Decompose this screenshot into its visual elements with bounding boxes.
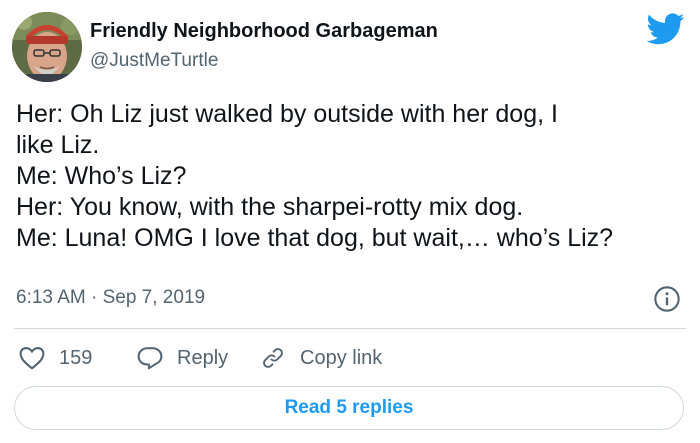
reply-button[interactable]: Reply bbox=[137, 342, 228, 374]
reply-icon bbox=[137, 347, 163, 370]
info-icon[interactable] bbox=[653, 285, 681, 313]
author-handle[interactable]: @JustMeTurtle bbox=[90, 50, 218, 72]
avatar-image bbox=[12, 12, 82, 82]
tweet-body-line: Me: Luna! OMG I love that dog, but wait,… bbox=[16, 224, 614, 252]
heart-icon bbox=[19, 347, 45, 370]
tweet-body-line: Her: You know, with the sharpei-rotty mi… bbox=[16, 193, 524, 221]
read-replies-label: Read 5 replies bbox=[284, 397, 414, 418]
copy-link-button[interactable]: Copy link bbox=[260, 342, 382, 374]
tweet-body-line: Her: Oh Liz just walked by outside with … bbox=[16, 100, 558, 128]
twitter-bird-icon[interactable] bbox=[647, 13, 685, 45]
tweet-timestamp[interactable]: 6:13 AM · Sep 7, 2019 bbox=[16, 287, 205, 309]
avatar[interactable] bbox=[12, 12, 82, 82]
tweet-actions: 159 Reply Copy link bbox=[16, 342, 686, 374]
divider bbox=[14, 328, 686, 329]
tweet-body-line: Me: Who’s Liz? bbox=[16, 162, 187, 190]
link-icon bbox=[263, 348, 283, 368]
like-button[interactable]: 159 bbox=[19, 342, 92, 374]
tweet-body: Her: Oh Liz just walked by outside with … bbox=[16, 99, 686, 254]
read-replies-button[interactable]: Read 5 replies bbox=[14, 386, 684, 430]
reply-label: Reply bbox=[177, 346, 229, 369]
like-count: 159 bbox=[59, 346, 93, 369]
tweet-card: Friendly Neighborhood Garbageman @JustMe… bbox=[0, 0, 700, 443]
tweet-body-line: like Liz. bbox=[16, 131, 100, 159]
author-display-name[interactable]: Friendly Neighborhood Garbageman bbox=[90, 20, 438, 43]
copy-link-label: Copy link bbox=[300, 346, 383, 369]
